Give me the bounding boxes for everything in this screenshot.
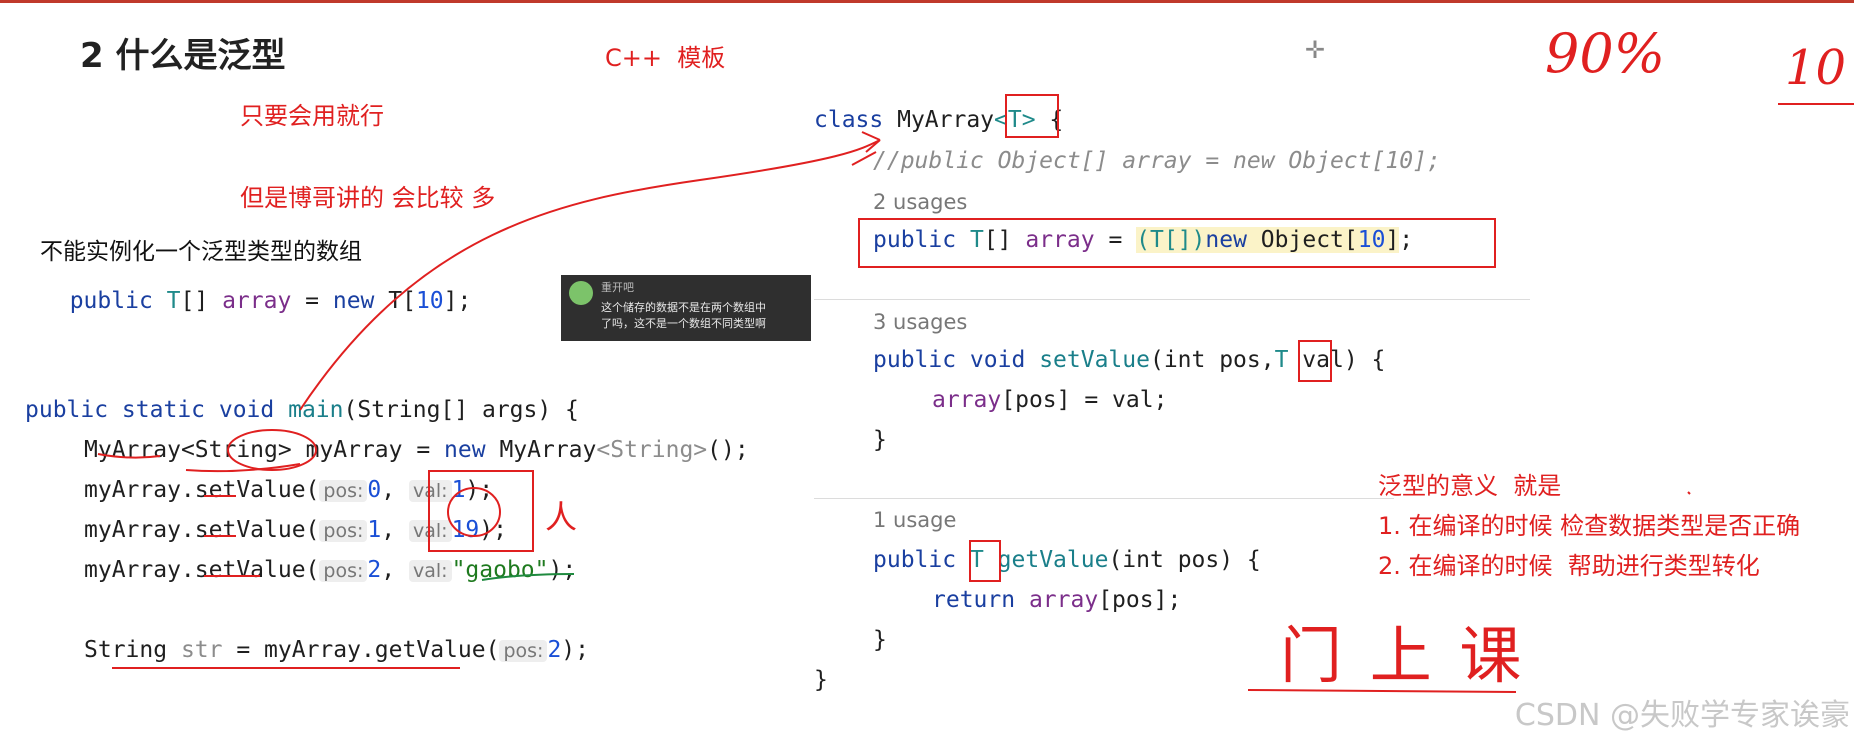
code-class-close: } bbox=[814, 667, 828, 693]
plus-icon: ✛ bbox=[1305, 36, 1326, 64]
code-line-setvalue-3: myArray.setValue(pos: 2, val: "gaobo"); bbox=[84, 557, 577, 583]
type-param-box bbox=[1005, 94, 1059, 138]
separator bbox=[814, 299, 1530, 300]
handwritten-90-percent: 90% bbox=[1545, 22, 1666, 85]
array-field-box bbox=[858, 218, 1496, 268]
code-setvalue-body: array[pos] = val; bbox=[932, 387, 1168, 413]
usage-count-array: 2 usages bbox=[873, 190, 968, 214]
slide-title: 2 什么是泛型 bbox=[80, 36, 286, 76]
handwritten-10: 10 bbox=[1785, 40, 1847, 96]
top-border bbox=[0, 0, 1854, 3]
cpp-template-note: C++ 模板 bbox=[605, 44, 726, 72]
code-line-new-myarray: MyArray<String> myArray = new MyArray<St… bbox=[84, 437, 749, 463]
note-more: 但是博哥讲的 会比较 多 bbox=[240, 184, 496, 212]
code-getvalue-decl: public T getValue(int pos) { bbox=[873, 547, 1261, 573]
comment-line-1: 这个储存的数据不是在两个数组中 bbox=[601, 301, 766, 314]
usage-count-setvalue: 3 usages bbox=[873, 310, 968, 334]
code-setvalue-close: } bbox=[873, 427, 887, 453]
handwritten-class: 门 上 课 bbox=[1280, 619, 1526, 692]
csdn-watermark: CSDN @失败学专家诶豪 bbox=[1514, 698, 1850, 733]
avatar bbox=[569, 281, 593, 305]
code-line-generic-array: public T[] array = new T[10]; bbox=[69, 288, 472, 314]
getvalue-type-box bbox=[969, 540, 1001, 582]
meaning-item-2: 2. 在编译的时候 帮助进行类型转化 bbox=[1378, 552, 1760, 580]
code-line-main: public static void main(String[] args) { bbox=[25, 397, 579, 423]
code-getvalue-body: return array[pos]; bbox=[932, 587, 1182, 613]
code-getvalue-close: } bbox=[873, 627, 887, 653]
code-line-getvalue: String str = myArray.getValue(pos: 2); bbox=[84, 637, 589, 663]
code-comment: //public Object[] array = new Object[10]… bbox=[873, 148, 1441, 174]
comment-tooltip: 重开吧 这个储存的数据不是在两个数组中 了吗，这不是一个数组不同类型啊 bbox=[561, 275, 811, 341]
handwritten-person: 人 bbox=[545, 498, 578, 536]
comment-line-2: 了吗，这不是一个数组不同类型啊 bbox=[601, 317, 766, 330]
setvalue-type-box bbox=[1298, 340, 1332, 382]
meaning-item-1: 1. 在编译的时候 检查数据类型是否正确 bbox=[1378, 512, 1801, 540]
comment-author: 重开吧 bbox=[601, 281, 634, 294]
separator bbox=[814, 498, 1394, 499]
val-highlight-box bbox=[428, 470, 534, 552]
no-instantiate-note: 不能实例化一个泛型类型的数组 bbox=[40, 239, 362, 265]
meaning-title: 泛型的意义 就是 bbox=[1378, 472, 1562, 500]
usage-count-getvalue: 1 usage bbox=[873, 508, 957, 532]
note-use: 只要会用就行 bbox=[240, 102, 384, 130]
